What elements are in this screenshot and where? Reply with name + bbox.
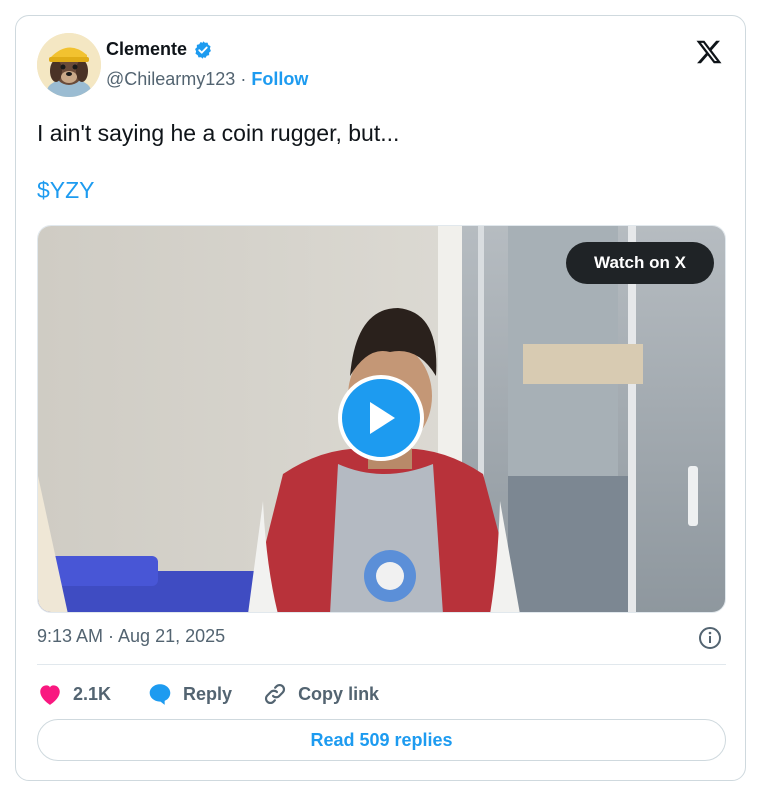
handle-separator: · [235, 69, 252, 89]
like-count: 2.1K [73, 683, 112, 704]
reply-bubble-icon [149, 684, 171, 705]
avatar[interactable] [37, 33, 101, 97]
author-name[interactable]: Clemente [106, 39, 187, 60]
verified-badge-icon [195, 40, 211, 59]
link-icon [265, 683, 286, 705]
action-bar: 2.1K Reply Copy link [37, 679, 379, 709]
reply-button[interactable]: Reply [147, 682, 232, 706]
watch-on-x-button[interactable]: Watch on X [566, 242, 714, 284]
cashtag-link[interactable]: $YZY [37, 177, 95, 204]
divider [37, 664, 726, 665]
copy-link-button[interactable]: Copy link [262, 681, 379, 707]
avatar-dog-icon [37, 33, 101, 97]
author-handle-row: @Chilearmy123 · Follow [106, 69, 308, 90]
like-button[interactable]: 2.1K [37, 682, 111, 706]
copy-link-label: Copy link [298, 683, 380, 704]
read-replies-button[interactable]: Read 509 replies [37, 719, 726, 761]
play-button[interactable] [338, 375, 424, 461]
author-name-row: Clemente [106, 39, 213, 60]
reply-label: Reply [183, 683, 233, 704]
tweet-timestamp[interactable]: 9:13 AM · Aug 21, 2025 [37, 626, 225, 647]
heart-icon [40, 685, 60, 705]
play-icon [370, 402, 395, 434]
info-icon[interactable] [698, 626, 722, 650]
tweet-text: I ain't saying he a coin rugger, but... [37, 120, 400, 146]
tweet-card: Clemente @Chilearmy123 · Follow I ain't … [15, 15, 746, 781]
author-handle[interactable]: @Chilearmy123 [106, 69, 235, 89]
x-logo-icon[interactable] [694, 37, 724, 67]
follow-button[interactable]: Follow [251, 69, 308, 89]
